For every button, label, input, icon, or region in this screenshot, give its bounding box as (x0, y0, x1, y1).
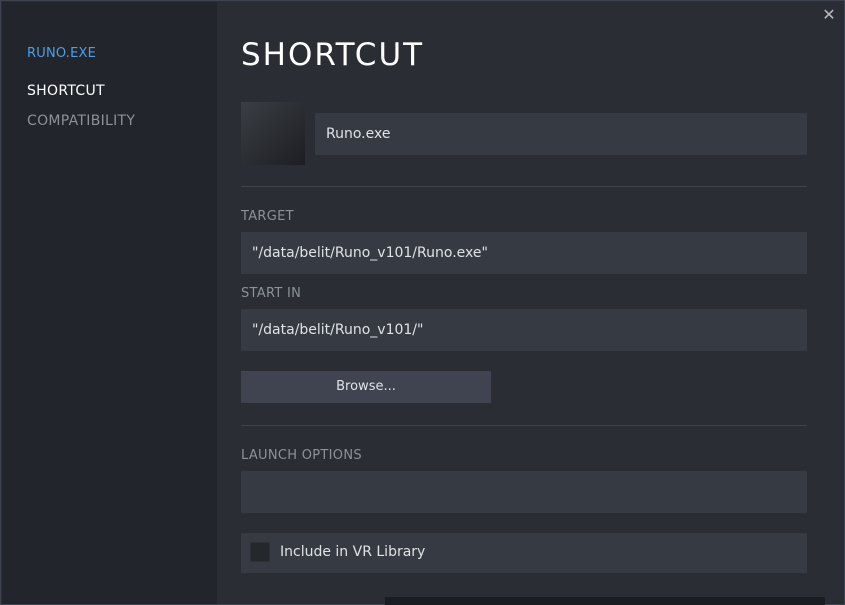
launch-options-input[interactable] (241, 471, 807, 513)
target-label: TARGET (241, 209, 294, 224)
background-window-edge (385, 597, 825, 605)
vr-library-label: Include in VR Library (280, 544, 426, 560)
start-in-input[interactable]: "/data/belit/Runo_v101/" (241, 309, 807, 351)
start-in-label: START IN (241, 286, 302, 301)
sidebar-item-compatibility[interactable]: COMPATIBILITY (27, 113, 135, 129)
launch-options-label: LAUNCH OPTIONS (241, 448, 362, 463)
target-input[interactable]: "/data/belit/Runo_v101/Runo.exe" (241, 232, 807, 274)
close-icon: ✕ (822, 5, 836, 24)
divider (241, 425, 807, 426)
shortcut-icon-picker[interactable] (241, 102, 305, 165)
sidebar: RUNO.EXE SHORTCUT COMPATIBILITY (2, 2, 217, 604)
vr-library-checkbox[interactable] (250, 542, 270, 562)
properties-dialog: RUNO.EXE SHORTCUT COMPATIBILITY ✕ SHORTC… (0, 0, 845, 605)
browse-button[interactable]: Browse... (241, 371, 491, 403)
sidebar-app-name: RUNO.EXE (27, 46, 97, 61)
divider (241, 186, 807, 187)
close-button[interactable]: ✕ (821, 7, 837, 23)
vr-library-row[interactable]: Include in VR Library (241, 533, 807, 573)
sidebar-item-shortcut[interactable]: SHORTCUT (27, 83, 105, 99)
page-title: SHORTCUT (241, 37, 425, 73)
shortcut-name-input[interactable]: Runo.exe (315, 113, 807, 155)
